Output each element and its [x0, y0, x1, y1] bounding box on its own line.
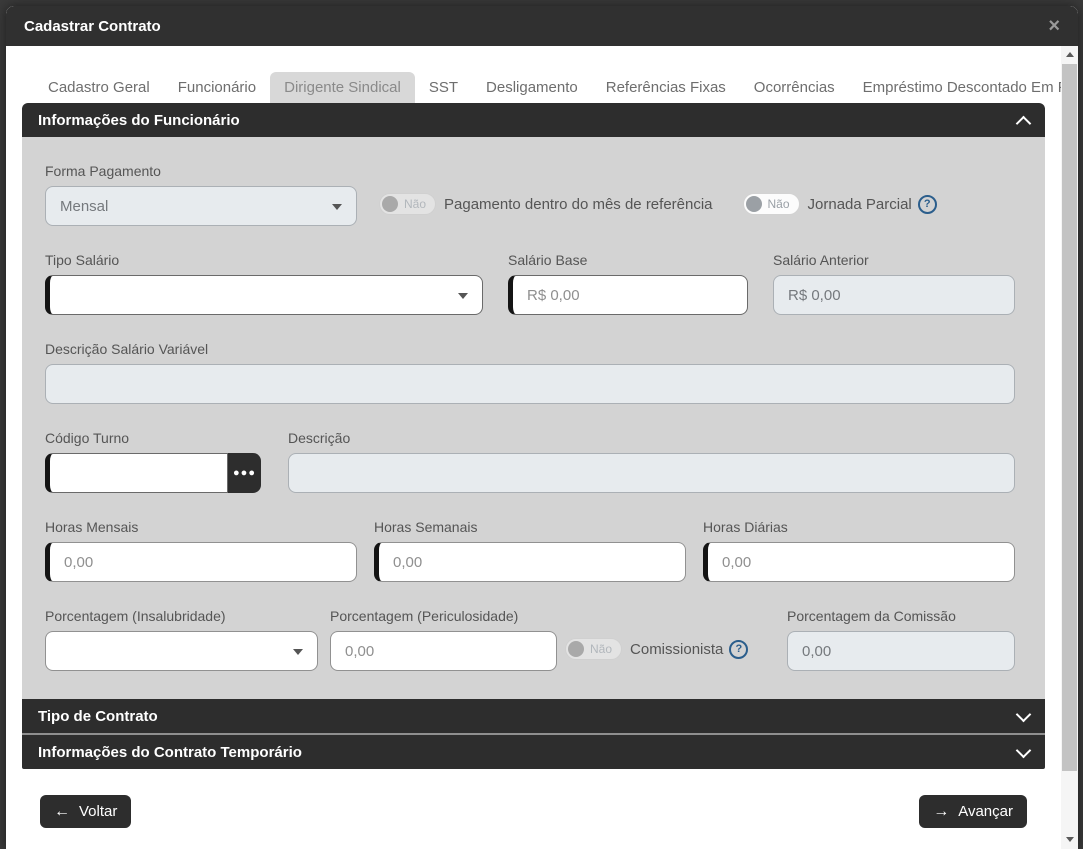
chevron-down-icon: [1016, 742, 1032, 758]
cadastrar-contrato-modal: Cadastrar Contrato × Cadastro Geral Func…: [6, 6, 1078, 849]
salario-base-label: Salário Base: [508, 252, 748, 268]
descricao-turno-label: Descrição: [288, 430, 1015, 446]
porcentagem-insalubridade-label: Porcentagem (Insalubridade): [45, 608, 318, 624]
forma-pagamento-value: Mensal: [60, 198, 108, 215]
accordion: Informações do Funcionário Forma Pagamen…: [22, 103, 1045, 769]
jornada-parcial-label: Jornada Parcial: [808, 196, 912, 213]
pagamento-dentro-mes-toggle[interactable]: Não: [379, 193, 436, 215]
tab-cadastro-geral[interactable]: Cadastro Geral: [34, 72, 164, 103]
horas-semanais-input[interactable]: [374, 542, 686, 582]
scrollbar-thumb[interactable]: [1062, 64, 1077, 771]
voltar-label: Voltar: [79, 803, 117, 820]
tab-funcionario[interactable]: Funcionário: [164, 72, 270, 103]
porcentagem-insalubridade-select[interactable]: [45, 631, 318, 671]
tab-ocorrencias[interactable]: Ocorrências: [740, 72, 849, 103]
help-icon[interactable]: ?: [729, 640, 748, 659]
porcentagem-comissao-input: [787, 631, 1015, 671]
horas-diarias-label: Horas Diárias: [703, 519, 1015, 535]
chevron-down-icon: [1016, 706, 1032, 722]
codigo-turno-lookup-button[interactable]: ●●●: [228, 453, 261, 493]
toggle-state-label: Não: [768, 197, 790, 211]
modal-body: Cadastro Geral Funcionário Dirigente Sin…: [6, 46, 1061, 849]
horas-mensais-input[interactable]: [45, 542, 357, 582]
arrow-right-icon: →: [933, 804, 949, 820]
porcentagem-periculosidade-input[interactable]: [330, 631, 557, 671]
descricao-salario-variavel-label: Descrição Salário Variável: [45, 341, 1015, 357]
horas-mensais-label: Horas Mensais: [45, 519, 357, 535]
modal-title: Cadastrar Contrato: [24, 18, 161, 35]
toggle-state-label: Não: [404, 197, 426, 211]
section-title: Tipo de Contrato: [38, 708, 158, 725]
pagamento-dentro-mes-label: Pagamento dentro do mês de referência: [444, 196, 713, 213]
footer: ← Voltar → Avançar: [22, 795, 1045, 828]
section-header-contrato-temporario[interactable]: Informações do Contrato Temporário: [22, 735, 1045, 769]
chevron-down-icon: [293, 649, 303, 655]
toggle-knob: [746, 196, 762, 212]
salario-anterior-input: [773, 275, 1015, 315]
tipo-salario-label: Tipo Salário: [45, 252, 483, 268]
horas-semanais-label: Horas Semanais: [374, 519, 686, 535]
section-header-tipo-contrato[interactable]: Tipo de Contrato: [22, 699, 1045, 733]
modal-titlebar: Cadastrar Contrato ×: [6, 6, 1078, 46]
codigo-turno-input[interactable]: [45, 453, 228, 493]
scroll-up-button[interactable]: [1061, 46, 1078, 62]
porcentagem-periculosidade-label: Porcentagem (Periculosidade): [330, 608, 557, 624]
section-header-informacoes-funcionario[interactable]: Informações do Funcionário: [22, 103, 1045, 137]
avancar-button[interactable]: → Avançar: [919, 795, 1027, 828]
toggle-knob: [382, 196, 398, 212]
section-title: Informações do Funcionário: [38, 112, 240, 129]
tipo-salario-select[interactable]: [45, 275, 483, 315]
tab-emprestimo-descontado[interactable]: Empréstimo Descontado Em Folha: [849, 72, 1078, 103]
descricao-turno-input: [288, 453, 1015, 493]
chevron-up-icon: [1016, 115, 1032, 131]
comissionista-label: Comissionista: [630, 641, 723, 658]
forma-pagamento-label: Forma Pagamento: [45, 163, 357, 179]
toggle-state-label: Não: [590, 642, 612, 656]
tab-sst[interactable]: SST: [415, 72, 472, 103]
triangle-down-icon: [1066, 837, 1074, 842]
tab-desligamento[interactable]: Desligamento: [472, 72, 592, 103]
scroll-down-button[interactable]: [1061, 831, 1078, 847]
toggle-knob: [568, 641, 584, 657]
vertical-scrollbar[interactable]: [1061, 46, 1078, 849]
tab-referencias-fixas[interactable]: Referências Fixas: [592, 72, 740, 103]
close-icon[interactable]: ×: [1048, 16, 1060, 36]
section-title: Informações do Contrato Temporário: [38, 744, 302, 761]
salario-anterior-label: Salário Anterior: [773, 252, 1015, 268]
porcentagem-comissao-label: Porcentagem da Comissão: [787, 608, 1015, 624]
help-icon[interactable]: ?: [918, 195, 937, 214]
tab-bar: Cadastro Geral Funcionário Dirigente Sin…: [22, 72, 1045, 103]
chevron-down-icon: [458, 293, 468, 299]
tab-dirigente-sindical[interactable]: Dirigente Sindical: [270, 72, 415, 103]
codigo-turno-label: Código Turno: [45, 430, 261, 446]
salario-base-input[interactable]: [508, 275, 748, 315]
comissionista-toggle[interactable]: Não: [565, 638, 622, 660]
forma-pagamento-select: Mensal: [45, 186, 357, 226]
descricao-salario-variavel-input: [45, 364, 1015, 404]
triangle-up-icon: [1066, 52, 1074, 57]
section-content-informacoes-funcionario: Forma Pagamento Mensal Não Pagamento den…: [22, 137, 1045, 699]
horas-diarias-input[interactable]: [703, 542, 1015, 582]
voltar-button[interactable]: ← Voltar: [40, 795, 131, 828]
arrow-left-icon: ←: [54, 804, 70, 820]
jornada-parcial-toggle[interactable]: Não: [743, 193, 800, 215]
chevron-down-icon: [332, 204, 342, 210]
avancar-label: Avançar: [958, 803, 1013, 820]
